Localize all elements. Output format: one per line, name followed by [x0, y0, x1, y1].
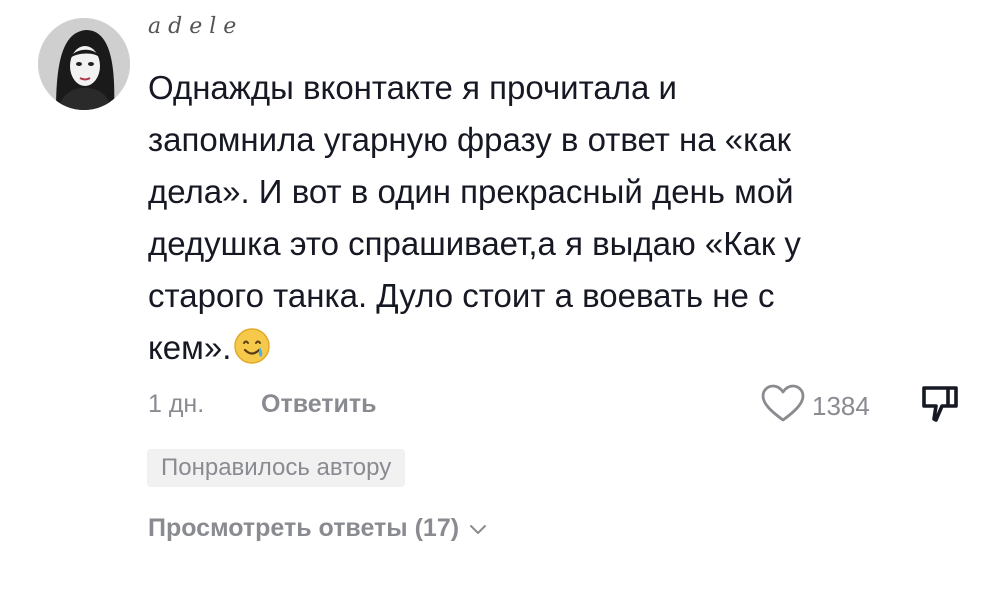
comment-time: 1 дн.: [148, 390, 205, 418]
comment-line: кем».: [148, 329, 232, 366]
username[interactable]: adele: [148, 14, 243, 39]
comment-line: Однажды вконтакте я прочитала и: [148, 69, 677, 106]
like-count: 1384: [812, 391, 870, 421]
reply-button[interactable]: Ответить: [261, 390, 377, 419]
view-replies-button[interactable]: Просмотреть ответы (17): [148, 514, 487, 543]
heart-icon: [760, 384, 806, 429]
dislike-button[interactable]: [918, 384, 964, 429]
comment-line: дела». И вот в один прекрасный день мой: [148, 173, 794, 210]
chevron-down-icon: [459, 514, 487, 543]
thumbs-down-icon: [918, 386, 964, 428]
avatar[interactable]: [38, 18, 130, 110]
comment-line: запомнила угарную фразу в ответ на «как: [148, 121, 792, 158]
comment-line: старого танка. Дуло стоит а воевать не с: [148, 277, 775, 314]
smiling-face-with-tear-icon: [233, 327, 271, 365]
like-button[interactable]: 1384: [760, 384, 870, 429]
view-replies-label: Просмотреть ответы (17): [148, 514, 460, 542]
author-liked-badge: Понравилось автору: [147, 449, 406, 487]
comment-line: дедушка это спрашивает,а я выдаю «Как у: [148, 225, 801, 262]
comment-line-last: кем».: [148, 322, 968, 374]
comment-text: Однажды вконтакте я прочитала и запомнил…: [148, 62, 968, 374]
